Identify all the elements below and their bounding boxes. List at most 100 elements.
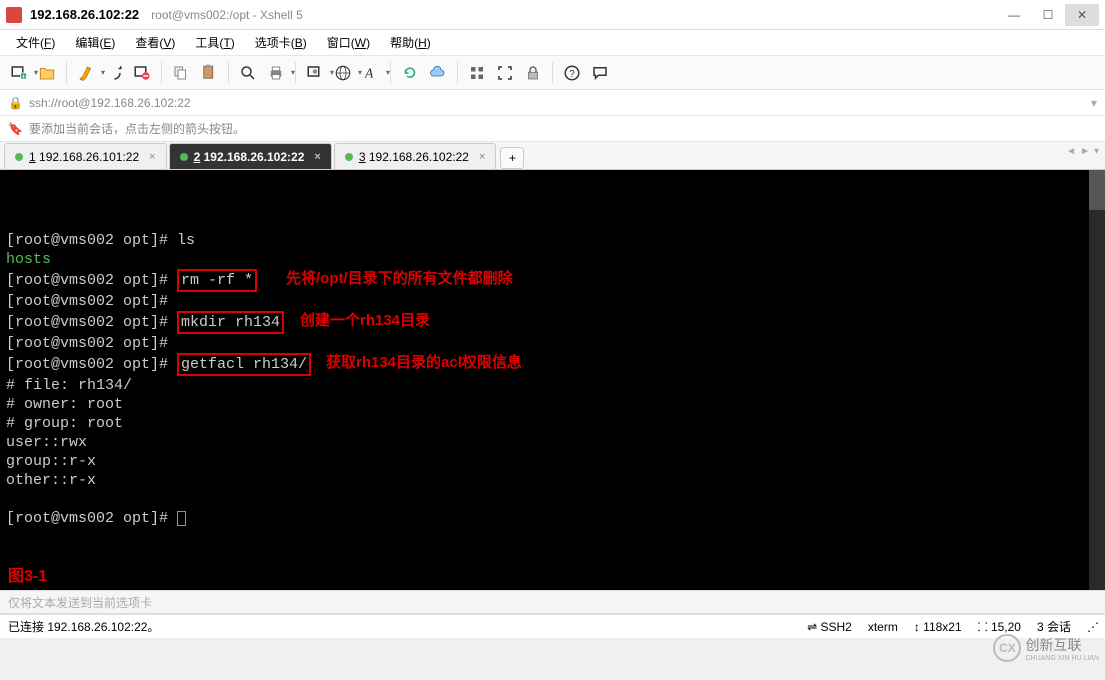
copy-button[interactable] bbox=[168, 60, 194, 86]
find-button[interactable] bbox=[235, 60, 261, 86]
disconnect-button[interactable] bbox=[129, 60, 155, 86]
annotation-text: 获取rh134目录的acl权限信息 bbox=[326, 353, 522, 372]
tab-navigation: ◄ ► ▾ bbox=[1066, 146, 1099, 157]
svg-text:+: + bbox=[21, 71, 26, 80]
bookmark-icon[interactable]: 🔖 bbox=[8, 122, 23, 136]
terminal-line: [root@vms002 opt]# mkdir rh134创建一个rh134目… bbox=[6, 311, 1099, 334]
terminal-line bbox=[6, 490, 1099, 509]
terminal-line: [root@vms002 opt]# ls bbox=[6, 231, 1099, 250]
properties-button[interactable]: ▾ bbox=[302, 60, 328, 86]
reconnect-button[interactable] bbox=[101, 60, 127, 86]
menu-edit[interactable]: 编辑(E) bbox=[67, 31, 123, 54]
highlighted-command: rm -rf * bbox=[177, 269, 257, 292]
title-bar: 192.168.26.102:22 root@vms002:/opt - Xsh… bbox=[0, 0, 1105, 30]
menu-window[interactable]: 窗口(W) bbox=[319, 31, 378, 54]
status-connection: 已连接 192.168.26.102:22。 bbox=[8, 618, 159, 635]
fullscreen-button[interactable] bbox=[492, 60, 518, 86]
watermark-sub: CHUANG XIN HU LIAN bbox=[1025, 655, 1099, 662]
refresh-button[interactable] bbox=[397, 60, 423, 86]
toolbar-separator bbox=[552, 62, 553, 84]
annotation-text: 创建一个rh134目录 bbox=[300, 311, 430, 330]
menu-view[interactable]: 查看(V) bbox=[127, 31, 183, 54]
send-placeholder: 仅将文本发送到当前选项卡 bbox=[8, 594, 152, 611]
window-subtitle: root@vms002:/opt - Xshell 5 bbox=[151, 8, 303, 22]
tab-close-icon[interactable]: × bbox=[479, 151, 485, 163]
annotation-text: 先将/opt/目录下的所有文件都删除 bbox=[286, 269, 513, 288]
terminal-line: # file: rh134/ bbox=[6, 376, 1099, 395]
tab-menu-icon[interactable]: ▾ bbox=[1094, 146, 1099, 157]
terminal-cursor bbox=[177, 511, 186, 526]
highlighted-command: mkdir rh134 bbox=[177, 311, 284, 334]
cloud-button[interactable] bbox=[425, 60, 451, 86]
help-button[interactable]: ? bbox=[559, 60, 585, 86]
tab-close-icon[interactable]: × bbox=[314, 151, 320, 163]
session-tab-3[interactable]: 3 192.168.26.102:22 × bbox=[334, 143, 497, 169]
terminal-line: [root@vms002 opt]# getfacl rh134/获取rh134… bbox=[6, 353, 1099, 376]
font-button[interactable]: A▾ bbox=[358, 60, 384, 86]
add-tab-button[interactable]: + bbox=[500, 147, 524, 169]
watermark-logo-icon: CX bbox=[993, 634, 1021, 662]
open-session-button[interactable] bbox=[34, 60, 60, 86]
menu-bar: 文件(F) 编辑(E) 查看(V) 工具(T) 选项卡(B) 窗口(W) 帮助(… bbox=[0, 30, 1105, 56]
status-dot-icon bbox=[180, 153, 188, 161]
scroll-thumb[interactable] bbox=[1089, 170, 1105, 210]
watermark-main: 创新互联 bbox=[1025, 635, 1099, 655]
address-bar: 🔒 ssh://root@192.168.26.102:22 ▾ bbox=[0, 90, 1105, 116]
svg-text:A: A bbox=[364, 65, 374, 80]
maximize-button[interactable]: ☐ bbox=[1031, 4, 1065, 26]
grid-button[interactable] bbox=[464, 60, 490, 86]
feedback-button[interactable] bbox=[587, 60, 613, 86]
status-bar: 已连接 192.168.26.102:22。 ⇌ SSH2 xterm ↕ 11… bbox=[0, 614, 1105, 638]
highlighted-command: getfacl rh134/ bbox=[177, 353, 311, 376]
encoding-button[interactable]: ▾ bbox=[330, 60, 356, 86]
status-dot-icon bbox=[15, 153, 23, 161]
menu-tools[interactable]: 工具(T) bbox=[187, 31, 242, 54]
new-session-button[interactable]: +▾ bbox=[6, 60, 32, 86]
send-bar[interactable]: 仅将文本发送到当前选项卡 bbox=[0, 590, 1105, 614]
toolbar-separator bbox=[161, 62, 162, 84]
svg-text:?: ? bbox=[569, 68, 575, 79]
status-term: xterm bbox=[868, 620, 898, 634]
tab-next-icon[interactable]: ► bbox=[1080, 146, 1090, 157]
terminal-line: # owner: root bbox=[6, 395, 1099, 414]
resize-grip-icon[interactable]: ⋰ bbox=[1087, 620, 1097, 634]
address-dropdown-icon[interactable]: ▾ bbox=[1091, 96, 1097, 110]
session-tab-1[interactable]: 1 192.168.26.101:22 × bbox=[4, 143, 167, 169]
toolbar-separator bbox=[390, 62, 391, 84]
watermark: CX 创新互联 CHUANG XIN HU LIAN bbox=[993, 634, 1099, 662]
app-icon bbox=[6, 7, 22, 23]
toolbar-separator bbox=[457, 62, 458, 84]
terminal-line: hosts bbox=[6, 250, 1099, 269]
print-button[interactable]: ▾ bbox=[263, 60, 289, 86]
menu-tab[interactable]: 选项卡(B) bbox=[247, 31, 315, 54]
terminal-line: [root@vms002 opt]# bbox=[6, 334, 1099, 353]
terminal-area[interactable]: [root@vms002 opt]# lshosts[root@vms002 o… bbox=[0, 170, 1105, 590]
session-tab-2[interactable]: 2 192.168.26.102:22 × bbox=[169, 143, 332, 169]
status-sessions: 3 会话 bbox=[1037, 618, 1071, 635]
figure-label: 图3-1 bbox=[8, 567, 47, 586]
tab-bar: 1 192.168.26.101:22 × 2 192.168.26.102:2… bbox=[0, 142, 1105, 170]
terminal-line: group::r-x bbox=[6, 452, 1099, 471]
highlight-button[interactable]: ▾ bbox=[73, 60, 99, 86]
window-controls: — ☐ ✕ bbox=[997, 4, 1099, 26]
menu-file[interactable]: 文件(F) bbox=[8, 31, 63, 54]
lock-button[interactable] bbox=[520, 60, 546, 86]
toolbar-separator bbox=[295, 62, 296, 84]
terminal-line: [root@vms002 opt]# rm -rf *先将/opt/目录下的所有… bbox=[6, 269, 1099, 292]
terminal-line: # group: root bbox=[6, 414, 1099, 433]
address-url[interactable]: ssh://root@192.168.26.102:22 bbox=[29, 96, 191, 110]
tab-close-icon[interactable]: × bbox=[149, 151, 155, 163]
close-button[interactable]: ✕ bbox=[1065, 4, 1099, 26]
paste-button[interactable] bbox=[196, 60, 222, 86]
lock-icon: 🔒 bbox=[8, 96, 23, 110]
menu-help[interactable]: 帮助(H) bbox=[382, 31, 439, 54]
toolbar-separator bbox=[66, 62, 67, 84]
toolbar: +▾ ▾ ▾ ▾ ▾ A▾ ? bbox=[0, 56, 1105, 90]
status-size: ↕ 118x21 bbox=[914, 620, 962, 634]
minimize-button[interactable]: — bbox=[997, 4, 1031, 26]
terminal-line: user::rwx bbox=[6, 433, 1099, 452]
status-protocol: ⇌ SSH2 bbox=[807, 620, 852, 634]
tab-prev-icon[interactable]: ◄ bbox=[1066, 146, 1076, 157]
status-cursor: ⸬ 15,20 bbox=[978, 618, 1021, 635]
window-title: 192.168.26.102:22 bbox=[30, 7, 139, 22]
